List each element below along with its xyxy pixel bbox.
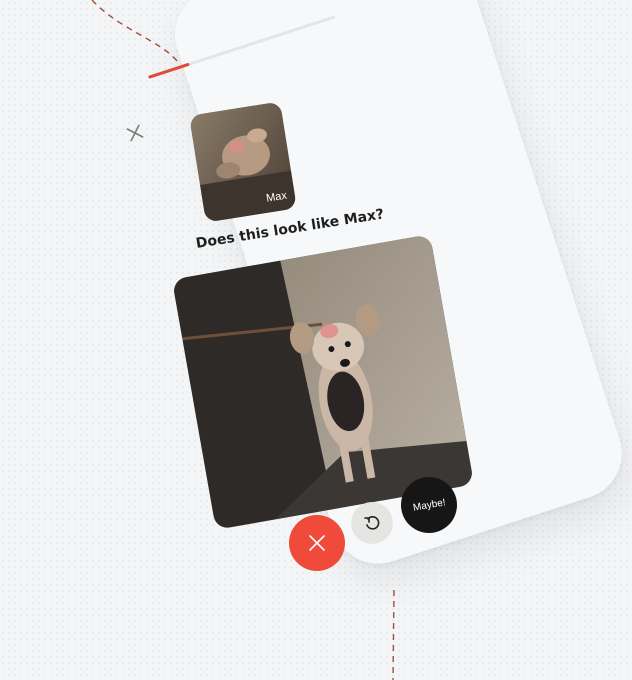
reference-dog-image <box>189 101 297 223</box>
stage: Max Does this look like Max? Maybe! <box>0 0 632 680</box>
maybe-button-label: Maybe! <box>411 496 447 514</box>
x-icon <box>309 535 325 551</box>
maybe-button[interactable]: Maybe! <box>401 477 457 533</box>
reference-pet-photo: Max <box>189 101 297 223</box>
undo-icon <box>364 516 380 530</box>
undo-button[interactable] <box>351 502 393 544</box>
reject-button[interactable] <box>289 515 345 571</box>
